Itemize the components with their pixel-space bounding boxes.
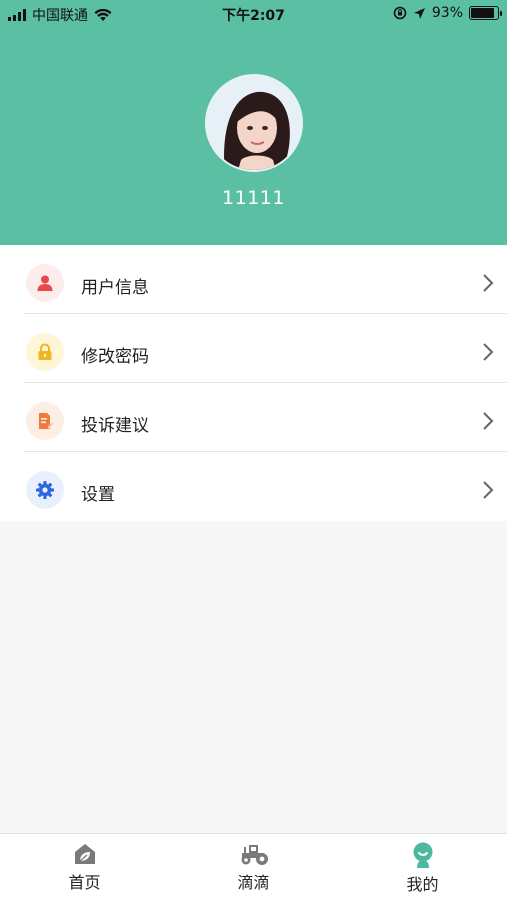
user-info-icon-bg (26, 264, 64, 302)
menu-item-change-password[interactable]: 修改密码 (0, 314, 507, 383)
menu-item-label: 用户信息 (81, 278, 149, 298)
status-bar: 中国联通 下午2:07 93% (0, 0, 507, 28)
menu-item-feedback[interactable]: 投诉建议 (0, 383, 507, 452)
menu-item-label: 修改密码 (81, 347, 149, 367)
gear-icon (36, 481, 54, 499)
settings-menu: 用户信息 修改密码 投诉建议 设置 (0, 245, 507, 521)
home-leaf-icon (74, 844, 95, 864)
change-password-icon-bg (26, 333, 64, 371)
chevron-right-icon (483, 481, 494, 499)
menu-item-label: 设置 (81, 485, 115, 505)
location-arrow-icon (413, 7, 425, 19)
tab-mine[interactable]: 我的 (338, 834, 507, 900)
tab-label: 我的 (406, 875, 439, 894)
profile-smile-icon (413, 842, 432, 868)
tractor-icon (241, 845, 268, 865)
avatar[interactable] (205, 74, 303, 172)
tab-bar: 首页 滴滴 我的 (0, 833, 507, 900)
settings-icon-bg (26, 471, 64, 509)
battery-percent: 93% (431, 5, 463, 21)
feedback-icon-bg (26, 402, 64, 440)
status-right: 93% (393, 5, 502, 21)
chevron-right-icon (483, 274, 494, 292)
chevron-right-icon (483, 412, 494, 430)
tab-label: 首页 (68, 873, 101, 892)
username: 11111 (222, 187, 285, 209)
battery-icon (469, 6, 502, 20)
menu-item-user-info[interactable]: 用户信息 (0, 245, 507, 314)
battery-fill (471, 8, 495, 18)
tab-label: 滴滴 (237, 873, 270, 892)
tab-home[interactable]: 首页 (0, 834, 169, 900)
tab-didi[interactable]: 滴滴 (169, 834, 338, 900)
user-icon (37, 275, 53, 291)
menu-item-label: 投诉建议 (81, 416, 149, 436)
document-edit-icon (39, 413, 54, 429)
menu-item-settings[interactable]: 设置 (0, 452, 507, 521)
lock-icon (38, 343, 52, 360)
orientation-lock-icon (393, 6, 407, 20)
user-avatar-photo (207, 76, 301, 170)
profile-header: 中国联通 下午2:07 93% 11111 (0, 0, 507, 245)
chevron-right-icon (483, 343, 494, 361)
